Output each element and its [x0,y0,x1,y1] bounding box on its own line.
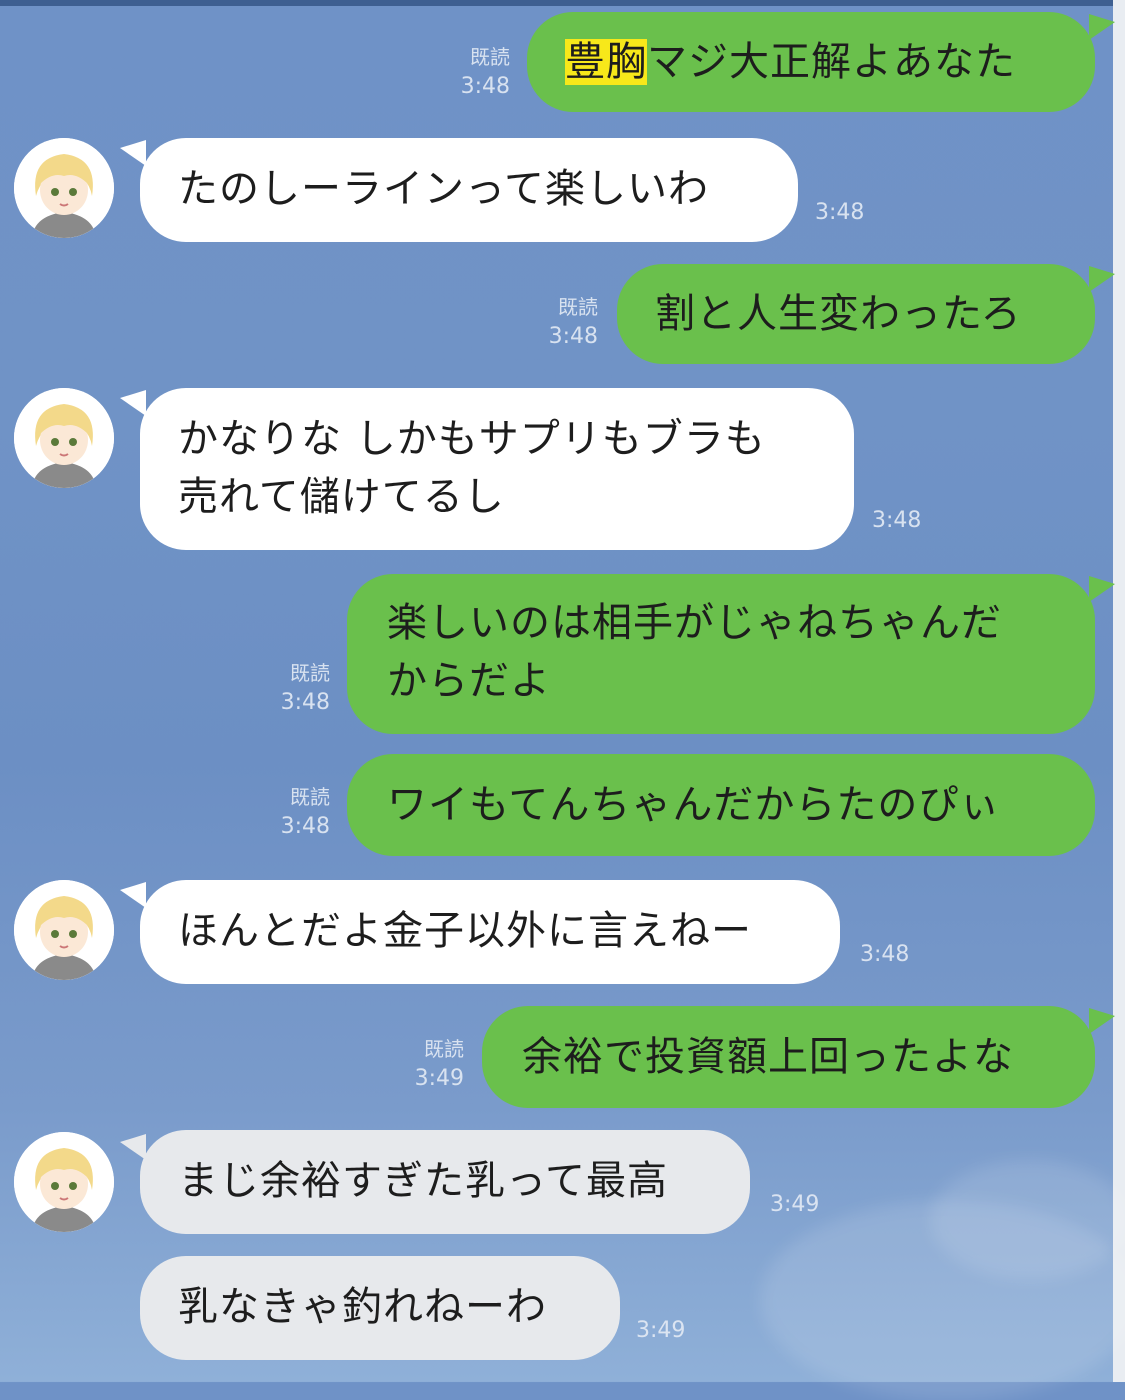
avatar[interactable] [14,138,114,238]
bubble-tail [120,882,146,908]
message-meta: 既読 3:48 [250,782,330,842]
timestamp: 3:48 [280,690,330,715]
read-receipt: 既読 [470,45,510,69]
bubble-tail [120,390,146,416]
timestamp: 3:48 [548,324,598,349]
message-text: マジ大正解よあなた [647,39,1016,85]
outgoing-message-bubble[interactable]: 楽しいのは相手がじゃねちゃんだ からだよ [347,574,1095,734]
timestamp: 3:48 [815,200,865,225]
read-receipt: 既読 [290,785,330,809]
read-receipt: 既読 [424,1037,464,1061]
outgoing-message-bubble[interactable]: ワイもてんちゃんだからたのぴぃ [347,754,1095,856]
background-cloud [930,1160,1125,1280]
avatar-girl-icon [14,1132,114,1232]
message-meta: 既読 3:48 [518,292,598,352]
bubble-tail [120,1134,146,1160]
timestamp: 3:49 [636,1318,686,1343]
highlighted-text: 豊胸 [565,39,647,85]
bubble-tail [1089,1008,1115,1034]
timestamp: 3:48 [280,814,330,839]
avatar[interactable] [14,388,114,488]
bubble-tail [1089,576,1115,602]
incoming-message-bubble[interactable]: たのしーラインって楽しいわ [140,138,798,242]
timestamp: 3:49 [414,1066,464,1091]
incoming-message-bubble[interactable]: 乳なきゃ釣れねーわ [140,1256,620,1360]
message-meta: 既読 3:48 [250,658,330,718]
incoming-message-bubble[interactable]: まじ余裕すぎた乳って最高 [140,1130,750,1234]
avatar[interactable] [14,1132,114,1232]
outgoing-message-bubble[interactable]: 余裕で投資額上回ったよな [482,1006,1095,1108]
message-text: 余裕で投資額上回ったよな [522,1034,1014,1080]
message-text: 割と人生変わったろ [655,291,1022,337]
incoming-message-bubble[interactable]: かなりな しかもサプリもブラも 売れて儲けてるし [140,388,854,550]
avatar-girl-icon [14,138,114,238]
message-text: 乳なきゃ釣れねーわ [178,1284,547,1330]
message-text-line: 売れて儲けてるし [178,474,505,520]
right-border [1113,0,1125,1382]
timestamp: 3:49 [770,1192,820,1217]
avatar-girl-icon [14,880,114,980]
avatar-girl-icon [14,388,114,488]
outgoing-message-bubble[interactable]: 割と人生変わったろ [617,264,1095,364]
message-text-line: からだよ [387,658,551,704]
incoming-message-bubble[interactable]: ほんとだよ金子以外に言えねー [140,880,840,984]
outgoing-message-bubble[interactable]: 豊胸マジ大正解よあなた [527,12,1095,112]
bubble-tail [120,140,146,166]
message-text: たのしーラインって楽しいわ [178,166,709,212]
timestamp: 3:48 [872,508,922,533]
message-meta: 既読 3:48 [430,42,510,102]
message-meta: 既読 3:49 [384,1034,464,1094]
message-text-line: かなりな しかもサプリもブラも [178,416,766,462]
read-receipt: 既読 [558,295,598,319]
read-receipt: 既読 [290,661,330,685]
avatar[interactable] [14,880,114,980]
message-text: ほんとだよ金子以外に言えねー [178,908,752,954]
message-text: まじ余裕すぎた乳って最高 [178,1158,668,1204]
bubble-tail [1089,266,1115,292]
message-text-line: 楽しいのは相手がじゃねちゃんだ [387,600,1002,646]
message-text: ワイもてんちゃんだからたのぴぃ [387,782,1001,828]
bubble-tail [1089,14,1115,40]
top-border [0,0,1125,6]
timestamp: 3:48 [460,74,510,99]
timestamp: 3:48 [860,942,910,967]
